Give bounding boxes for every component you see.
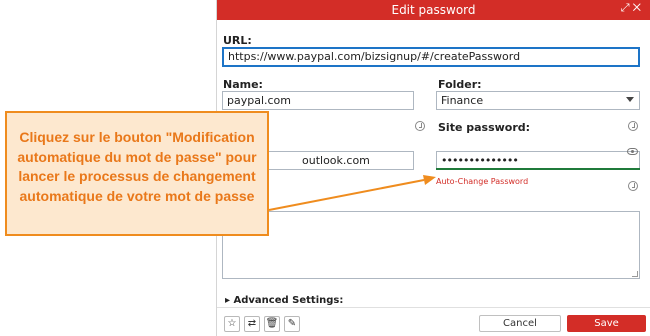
edit-password-dialog: Edit password ⤢✕ URL: https://www.paypal… bbox=[217, 0, 650, 336]
folder-label: Folder: bbox=[438, 78, 482, 91]
folder-select[interactable]: Finance bbox=[436, 91, 640, 110]
close-icon[interactable]: ✕ bbox=[633, 2, 644, 14]
dialog-title: Edit password bbox=[391, 3, 476, 17]
notes-textarea[interactable] bbox=[222, 211, 640, 279]
star-icon[interactable]: ☆ bbox=[224, 316, 240, 332]
folder-value: Finance bbox=[441, 94, 484, 107]
advanced-settings-label: Advanced Settings: bbox=[233, 295, 344, 306]
password-strength-bar bbox=[436, 168, 640, 170]
username-value: outlook.com bbox=[302, 154, 370, 167]
url-input[interactable]: https://www.paypal.com/bizsignup/#/creat… bbox=[222, 47, 640, 67]
dialog-titlebar: Edit password ⤢✕ bbox=[217, 0, 650, 20]
titlebar-controls: ⤢✕ bbox=[621, 2, 644, 15]
site-password-label: Site password: bbox=[438, 121, 531, 134]
notes-history-icon[interactable] bbox=[628, 181, 638, 191]
caret-right-icon: ▸ bbox=[225, 295, 234, 306]
dialog-footer: ☆ ⇄ 🗑 ✎ Cancel Save bbox=[217, 307, 650, 336]
save-button[interactable]: Save bbox=[567, 315, 646, 332]
eye-icon[interactable] bbox=[627, 148, 638, 155]
site-password-value: •••••••••••••• bbox=[441, 154, 519, 167]
pin-icon[interactable]: ✎ bbox=[284, 316, 300, 332]
password-history-icon[interactable] bbox=[628, 121, 638, 131]
callout-text: Cliquez sur le bouton "Modification auto… bbox=[17, 129, 257, 204]
username-history-icon[interactable] bbox=[415, 121, 425, 131]
screenshot-root: Edit password ⤢✕ URL: https://www.paypal… bbox=[0, 0, 650, 336]
name-label: Name: bbox=[223, 78, 263, 91]
name-input[interactable]: paypal.com bbox=[222, 91, 414, 110]
instruction-callout: Cliquez sur le bouton "Modification auto… bbox=[5, 111, 269, 236]
chevron-down-icon bbox=[626, 97, 634, 102]
expand-icon[interactable]: ⤢ bbox=[621, 2, 633, 14]
resize-grip-icon[interactable] bbox=[632, 271, 638, 277]
trash-icon[interactable]: 🗑 bbox=[264, 316, 280, 332]
url-label: URL: bbox=[223, 34, 252, 47]
auto-change-password-link[interactable]: Auto-Change Password bbox=[436, 177, 528, 186]
advanced-settings-toggle[interactable]: ▸ Advanced Settings: bbox=[225, 295, 343, 306]
cancel-button[interactable]: Cancel bbox=[479, 315, 561, 332]
share-icon[interactable]: ⇄ bbox=[244, 316, 260, 332]
